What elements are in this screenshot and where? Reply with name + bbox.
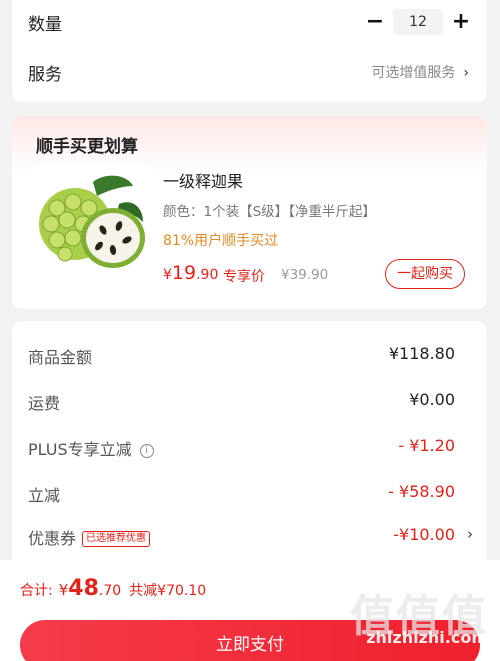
buy-together-button[interactable]: 一起购买 [385,259,465,289]
quantity-stepper[interactable]: − 12 + [365,9,471,35]
total-symbol: ¥ [58,581,69,599]
price-summary-card: 商品金额 ¥118.80 运费 ¥0.00 PLUS专享立减 i - ¥1.20 … [12,321,487,581]
instant-discount-value: - ¥58.90 [388,482,455,501]
total-saved: 共减¥70.10 [129,583,207,599]
watermark-url: zhizhizhi.com [366,628,488,647]
total-decimal: .70 [98,583,122,599]
coupon-label: 优惠券 [28,529,77,548]
product-name[interactable]: 一级释迦果 [163,168,243,192]
product-promo: 81%用户顺手买过 [163,233,279,249]
summary-row-coupon[interactable]: 优惠券 已选推荐优惠 -¥10.00 › [28,525,473,549]
summary-row-plus-discount: PLUS专享立减 i - ¥1.20 [28,436,455,460]
price-decimal: .90 [196,267,219,283]
summary-row-shipping: 运费 ¥0.00 [28,390,455,414]
bundle-card: 顺手买更划算 一级释迦果 颜色：1个装【S级】【净重半斤起】 81%用户顺手买过… [12,116,487,309]
total-label: 合计: [20,583,53,599]
watermark: 值值值 zhizhizhi.com [348,580,488,647]
exclusive-price-label: 专享价 [223,269,265,285]
product-price: ¥ 19 .90 [163,262,218,284]
bundle-title: 顺手买更划算 [36,137,138,157]
service-value: 可选增值服务 [371,65,456,81]
chevron-right-icon: › [463,65,469,81]
price-integer: 19 [171,262,197,284]
summary-row-instant-discount: 立减 - ¥58.90 [28,482,455,506]
sugar-apple-image[interactable] [35,164,148,277]
coupon-value: -¥10.00 [393,525,455,544]
price-symbol: ¥ [163,267,172,283]
service-selector[interactable]: 可选增值服务 › [371,62,469,82]
plus-discount-label-wrap: PLUS专享立减 i [28,436,154,460]
chevron-right-icon[interactable]: › [467,525,473,543]
service-label: 服务 [28,65,62,85]
quantity-input[interactable]: 12 [393,9,443,35]
increment-button[interactable]: + [451,11,471,33]
coupon-label-wrap: 优惠券 已选推荐优惠 [28,525,151,549]
goods-amount-label: 商品金额 [28,348,93,367]
shipping-label: 运费 [28,394,61,413]
info-icon[interactable]: i [139,444,154,458]
instant-discount-label: 立减 [28,486,61,505]
quantity-label: 数量 [28,15,62,35]
order-total: 合计: ¥ 48 .70 共减¥70.10 [20,576,206,601]
decrement-button[interactable]: − [365,11,385,33]
plus-discount-value: - ¥1.20 [398,436,455,455]
quantity-service-card: 数量 − 12 + 服务 可选增值服务 › [12,0,487,102]
shipping-value: ¥0.00 [409,390,455,409]
plus-discount-label: PLUS专享立减 [28,440,132,459]
coupon-recommended-tag: 已选推荐优惠 [82,531,151,547]
total-integer: 48 [68,576,99,601]
goods-amount-value: ¥118.80 [388,344,455,363]
summary-row-goods: 商品金额 ¥118.80 [28,344,455,368]
original-price: ¥39.90 [281,267,329,283]
product-spec: 颜色：1个装【S级】【净重半斤起】 [163,204,376,220]
